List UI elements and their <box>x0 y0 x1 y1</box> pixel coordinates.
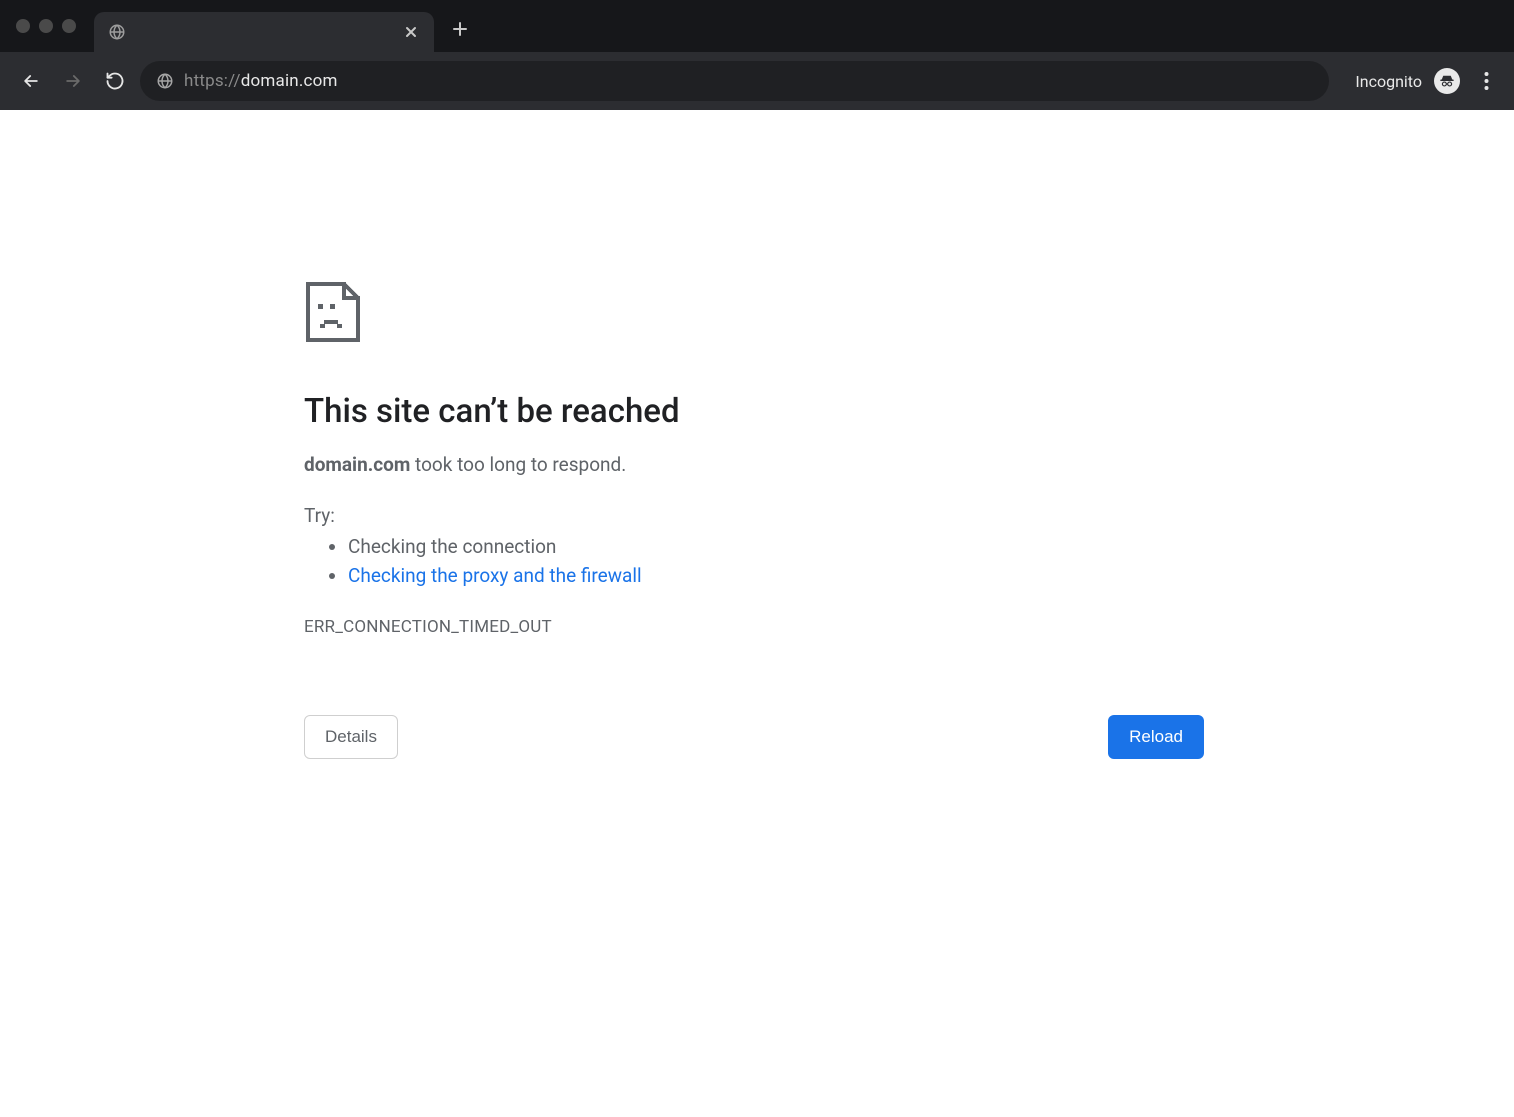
sad-page-icon <box>304 280 1064 344</box>
incognito-label: Incognito <box>1355 72 1422 91</box>
suggestion-check-proxy-firewall: Checking the proxy and the firewall <box>348 564 1064 587</box>
reload-toolbar-button[interactable] <box>98 64 132 98</box>
error-page: This site can’t be reached domain.com to… <box>304 280 1064 637</box>
url-text: https://domain.com <box>184 71 338 91</box>
error-message-suffix: took too long to respond. <box>410 453 626 476</box>
address-bar[interactable]: https://domain.com <box>140 61 1329 101</box>
browser-chrome: https://domain.com Incognito <box>0 0 1514 110</box>
forward-button <box>56 64 90 98</box>
window-controls <box>16 19 76 33</box>
try-label: Try: <box>304 504 1064 527</box>
globe-icon <box>108 23 126 41</box>
back-button[interactable] <box>14 64 48 98</box>
error-message: domain.com took too long to respond. <box>304 453 1064 476</box>
close-tab-icon[interactable] <box>402 23 420 41</box>
error-title: This site can’t be reached <box>304 392 1064 431</box>
error-code: ERR_CONNECTION_TIMED_OUT <box>304 617 1064 637</box>
url-host: domain.com <box>241 71 338 91</box>
suggestion-list: Checking the connection Checking the pro… <box>304 535 1064 587</box>
page-content: This site can’t be reached domain.com to… <box>0 110 1514 1117</box>
incognito-icon[interactable] <box>1434 68 1460 94</box>
tab-strip <box>0 0 1514 52</box>
window-maximize-dot[interactable] <box>62 19 76 33</box>
details-button[interactable]: Details <box>304 715 398 759</box>
proxy-firewall-link[interactable]: Checking the proxy and the firewall <box>348 564 642 587</box>
browser-tab[interactable] <box>94 12 434 52</box>
new-tab-button[interactable] <box>444 13 476 45</box>
browser-menu-button[interactable] <box>1472 67 1500 95</box>
error-host: domain.com <box>304 453 410 476</box>
reload-button[interactable]: Reload <box>1108 715 1204 759</box>
suggestion-check-connection: Checking the connection <box>348 535 1064 558</box>
url-scheme: https:// <box>184 71 241 91</box>
window-minimize-dot[interactable] <box>39 19 53 33</box>
window-close-dot[interactable] <box>16 19 30 33</box>
site-info-globe-icon[interactable] <box>156 72 174 90</box>
toolbar-right-controls: Incognito <box>1355 67 1500 95</box>
browser-toolbar: https://domain.com Incognito <box>0 52 1514 110</box>
error-button-row: Details Reload <box>304 715 1204 759</box>
